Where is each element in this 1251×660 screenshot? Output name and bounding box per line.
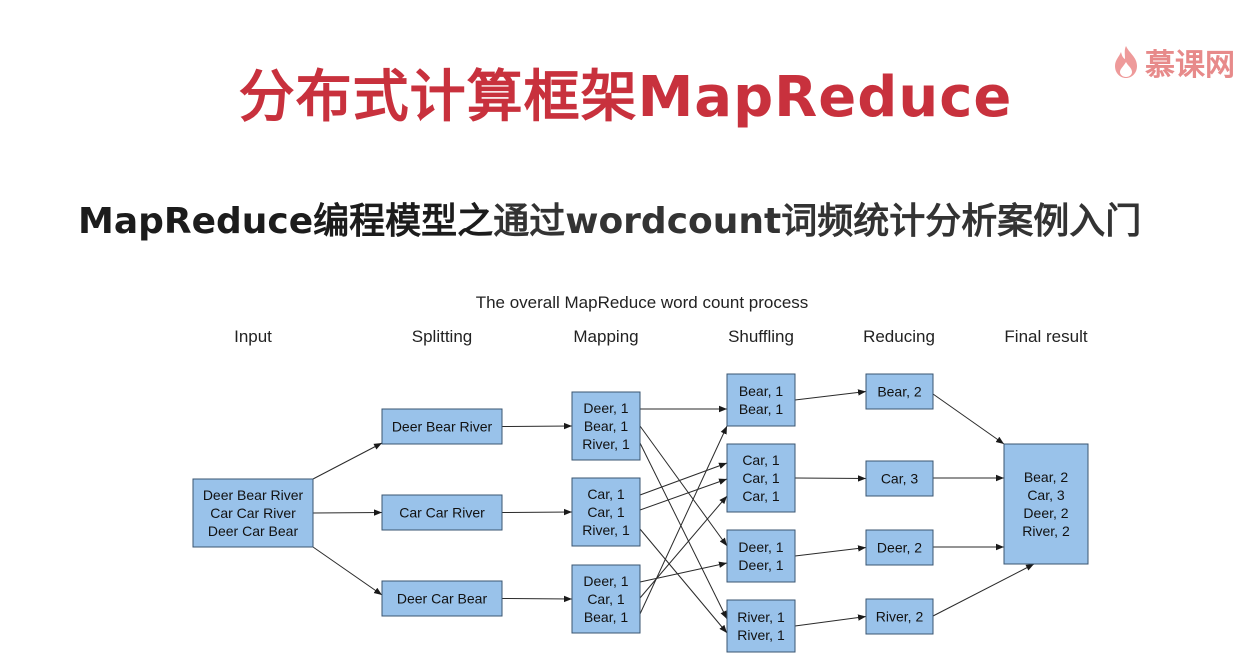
node-text-line: Car, 1	[742, 488, 780, 504]
logo-text: 慕课网	[1145, 48, 1235, 83]
edge-map3-to-shuf1	[639, 425, 728, 615]
stage-label-input: Input	[234, 327, 272, 346]
node-shuf4: River, 1 River, 1	[726, 599, 796, 653]
node-text-line: River, 1	[737, 609, 785, 625]
node-text-line: Car, 3	[881, 471, 919, 487]
node-text-line: Deer Bear River	[392, 419, 493, 435]
node-text-line: Car, 1	[742, 452, 780, 468]
edge-map1-to-shuf3	[639, 425, 728, 547]
node-text-line: Bear, 1	[739, 383, 784, 399]
node-text-line: Bear, 1	[584, 609, 629, 625]
node-text-line: River, 2	[876, 609, 924, 625]
edge-map2-to-shuf2	[639, 462, 728, 496]
page-title: 分布式计算框架MapReduce	[238, 65, 1013, 130]
node-box	[726, 529, 796, 583]
edge-input-to-split1	[312, 442, 383, 480]
node-input: Deer Bear River Car Car River Deer Car Bea…	[192, 478, 314, 548]
page-subtitle: MapReduce编程模型之通过wordcount词频统计分析案例入门	[78, 192, 1141, 244]
node-text-line: Bear, 1	[584, 418, 629, 434]
node-red2: Car, 3	[865, 460, 934, 497]
subtitle-part1: MapReduce编程模型之	[78, 201, 494, 242]
node-shuf2: Car, 1 Car, 1 Car, 1	[726, 443, 796, 513]
node-text-line: Car, 1	[587, 504, 625, 520]
node-text-line: Deer, 1	[583, 573, 628, 589]
edge-map2-to-shuf2	[639, 478, 728, 511]
node-text-line: River, 1	[737, 627, 785, 643]
node-split1: Deer Bear River	[381, 408, 503, 445]
edge-map2-to-shuf4	[639, 528, 728, 634]
node-text-line: Deer, 1	[738, 557, 783, 573]
edge-map1-to-shuf4	[639, 442, 728, 620]
node-text-line: Car, 1	[587, 486, 625, 502]
edge-shuf2-to-red2	[794, 475, 867, 482]
edge-red1-to-final	[932, 393, 1005, 445]
node-map1: Deer, 1 Bear, 1 River, 1	[571, 391, 641, 461]
stage-label-final-result: Final result	[1004, 327, 1087, 346]
node-text-line: Deer, 1	[583, 400, 628, 416]
edge-shuf3-to-red3	[794, 545, 867, 557]
node-map3: Deer, 1 Car, 1 Bear, 1	[571, 564, 641, 634]
node-box	[726, 599, 796, 653]
edge-shuf4-to-red4	[794, 614, 867, 627]
node-text-line: River, 1	[582, 522, 630, 538]
subtitle-part2: 通过wordcount词频统计分析案例入门	[493, 201, 1142, 242]
node-text-line: Car, 1	[587, 591, 625, 607]
brand-logo: 慕课网	[1113, 40, 1235, 84]
node-red4: River, 2	[865, 598, 934, 635]
node-box	[726, 373, 796, 427]
node-text-line: Deer, 2	[1023, 505, 1068, 521]
node-shuf3: Deer, 1 Deer, 1	[726, 529, 796, 583]
diagram-title: The overall MapReduce word count process	[476, 293, 809, 312]
stage-label-shuffling: Shuffling	[728, 327, 794, 346]
edge-split2-to-map2	[501, 508, 573, 516]
node-box	[1003, 443, 1089, 565]
node-text-line: Car, 1	[742, 470, 780, 486]
node-text-line: Car Car River	[399, 505, 485, 521]
node-split3: Deer Car Bear	[381, 580, 503, 617]
edge-split3-to-map3	[501, 595, 573, 603]
node-text-line: Deer, 1	[738, 539, 783, 555]
stage-label-splitting: Splitting	[412, 327, 472, 346]
node-red1: Bear, 2	[865, 373, 934, 410]
edge-shuf1-to-red1	[794, 389, 867, 401]
node-text-line: Bear, 1	[739, 401, 784, 417]
edge-input-to-split3	[312, 546, 383, 596]
edge-input-to-split2	[312, 509, 383, 516]
node-text-line: Deer Car Bear	[397, 591, 488, 607]
edge-red4-to-final	[932, 563, 1035, 617]
node-text-line: Car Car River	[210, 505, 296, 521]
flame-icon	[1115, 46, 1137, 78]
node-text-line: Deer, 2	[877, 540, 922, 556]
edge-map3-to-shuf3	[639, 561, 728, 583]
node-map2: Car, 1 Car, 1 River, 1	[571, 477, 641, 547]
node-red3: Deer, 2	[865, 529, 934, 566]
node-shuf1: Bear, 1 Bear, 1	[726, 373, 796, 427]
node-text-line: Deer Bear River	[203, 487, 304, 503]
edge-map3-to-shuf2	[639, 495, 728, 599]
node-split2: Car Car River	[381, 494, 503, 531]
node-text-line: Deer Car Bear	[208, 523, 299, 539]
node-text-line: Bear, 2	[1024, 469, 1069, 485]
node-text-line: Bear, 2	[877, 384, 922, 400]
node-text-line: Car, 3	[1027, 487, 1065, 503]
stage-labels: Input Splitting Mapping Shuffling Reducing Fi…	[234, 327, 1088, 346]
node-final: Bear, 2 Car, 3 Deer, 2 River, 2	[1003, 443, 1089, 565]
stage-label-mapping: Mapping	[573, 327, 638, 346]
node-text-line: River, 2	[1022, 523, 1070, 539]
stage-label-reducing: Reducing	[863, 327, 935, 346]
node-text-line: River, 1	[582, 436, 630, 452]
edge-split1-to-map1	[501, 422, 573, 430]
